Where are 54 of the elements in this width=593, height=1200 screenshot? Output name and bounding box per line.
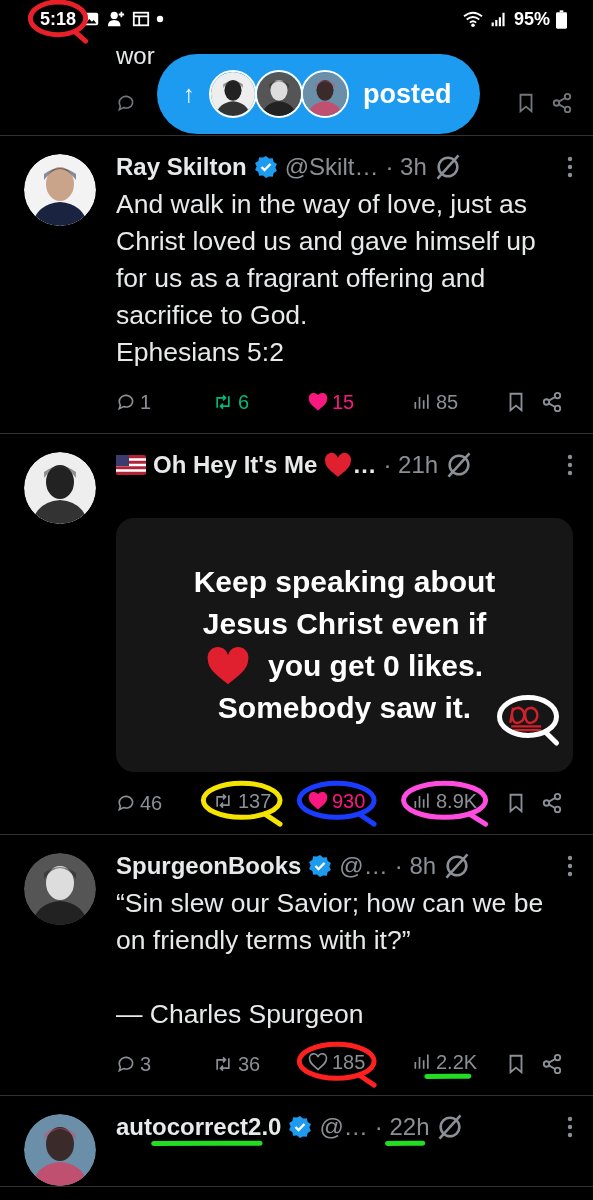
share-icon[interactable] [541, 1053, 563, 1075]
likes-stat[interactable]: 15 [308, 390, 412, 414]
user-handle: @Skilt… [284, 153, 379, 181]
heart-icon [324, 452, 353, 478]
post-text: “Sin slew our Savior; how can we be on friendly terms with it?” — Charles Spurgeon [116, 887, 545, 1031]
views-stat[interactable]: 85 [412, 390, 505, 414]
replies-stat[interactable]: 1 [116, 390, 212, 414]
display-name: Oh Hey It's Me [153, 451, 318, 479]
share-icon[interactable] [541, 792, 563, 814]
heart-icon[interactable] [308, 392, 328, 412]
battery-percent: 95% [513, 8, 550, 30]
calendar-icon [132, 10, 151, 28]
reposts-stat[interactable]: 36 [212, 1052, 308, 1076]
reply-icon[interactable] [116, 793, 136, 813]
user-handle: @… [319, 1113, 368, 1141]
name-ellipsis: … [352, 451, 377, 479]
heart-icon[interactable] [308, 791, 328, 812]
views-stat[interactable]: 2.2K [412, 1050, 478, 1074]
status-time: 5:18 [40, 8, 77, 30]
person-add-icon [106, 10, 127, 28]
post-time: · 21h [383, 451, 439, 479]
replies-stat[interactable]: 3 [116, 1052, 212, 1076]
wifi-icon [461, 10, 484, 28]
reply-icon[interactable] [116, 93, 136, 113]
post-text: And walk in the way of love, just as Christ loved us and gave himself up for us as a fragrant offering and sacrifice to God. Ephesians 5:2 [116, 188, 537, 369]
heart-icon[interactable] [308, 1052, 328, 1073]
card-text: Keep speaking about [193, 564, 496, 600]
share-icon[interactable] [551, 92, 573, 114]
more-icon[interactable] [567, 854, 573, 878]
more-icon[interactable] [567, 155, 573, 179]
replies-stat[interactable]: 46 [116, 791, 212, 815]
image-card[interactable]: Keep speaking about Jesus Christ even if you get 0 likes. Somebody saw it. [116, 518, 573, 772]
card-text: Jesus Christ even if [202, 606, 487, 642]
reply-icon[interactable] [116, 1054, 136, 1074]
reposts-stat[interactable]: 6 [212, 390, 308, 414]
post-text: wor [116, 42, 155, 70]
display-name: SpurgeonBooks [116, 852, 302, 880]
flag-icon [116, 455, 146, 475]
more-icon[interactable] [567, 453, 573, 477]
bar-chart-icon[interactable] [412, 392, 432, 412]
card-text: you get 0 likes. [267, 648, 484, 684]
card-text: Somebody saw it. [217, 690, 472, 726]
post-time: · 3h [385, 153, 427, 181]
user-handle: @… [339, 852, 388, 880]
display-name: Ray Skilton [116, 153, 247, 181]
display-name: autocorrect2.0 [116, 1113, 282, 1141]
more-icon[interactable] [567, 1115, 573, 1139]
post-time: · 22h [374, 1113, 430, 1141]
share-icon[interactable] [541, 391, 563, 413]
signal-icon [489, 10, 508, 28]
notification-dot-icon [156, 15, 165, 23]
post-time: · 8h [394, 852, 437, 880]
battery-icon [556, 9, 567, 29]
reply-icon[interactable] [116, 392, 136, 412]
